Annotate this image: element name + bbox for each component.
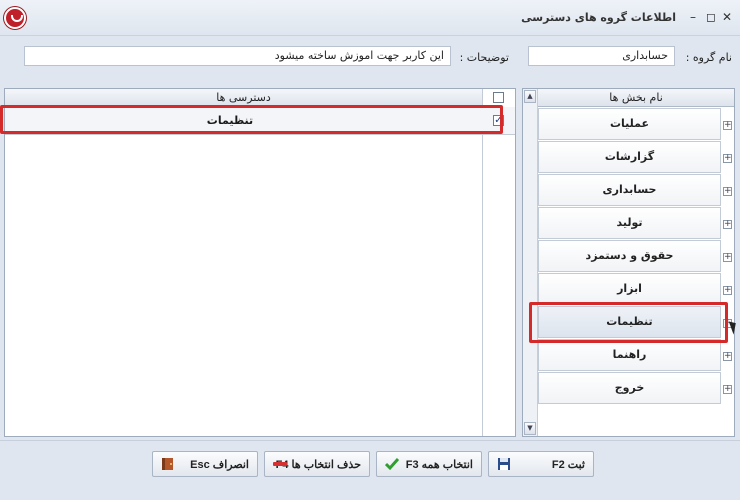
expand-icon[interactable]: + [723, 187, 732, 196]
select-all-button-label: انتخاب همه F3 [405, 459, 473, 471]
description-field[interactable]: این کاربر جهت اموزش ساخته میشود [24, 46, 451, 66]
access-panel: دسترسی ها تنظیمات ✓ [4, 88, 516, 437]
save-button[interactable]: ثبت F2 [488, 451, 594, 477]
minimize-icon[interactable]: – [686, 10, 700, 24]
maximize-icon[interactable]: ◻ [704, 10, 718, 24]
deselect-all-button-label: حذف انتخاب ها F4 [276, 459, 361, 471]
sections-scrollbar[interactable]: ▲ ▼ [523, 89, 538, 436]
section-item[interactable]: حقوق و دستمزد [538, 240, 721, 272]
section-item[interactable]: گزارشات [538, 141, 721, 173]
scroll-down-icon[interactable]: ▼ [524, 422, 536, 435]
select-all-checkbox[interactable] [493, 92, 504, 103]
expand-icon[interactable]: + [723, 352, 732, 361]
description-label: توضیحات : [459, 51, 509, 64]
access-header: دسترسی ها [5, 89, 482, 107]
section-item[interactable]: عملیات [538, 108, 721, 140]
section-item[interactable]: حسابداری [538, 174, 721, 206]
expand-icon[interactable]: + [723, 385, 732, 394]
section-item[interactable]: ابزار [538, 273, 721, 305]
section-item-selected[interactable]: تنظیمات [538, 306, 721, 338]
group-name-field[interactable]: حسابداری [528, 46, 675, 66]
sections-header: نام بخش ها [538, 89, 734, 107]
expand-icon[interactable]: + [723, 253, 732, 262]
footer-divider [0, 440, 740, 441]
deselect-all-button[interactable]: حذف انتخاب ها F4 [264, 451, 370, 477]
close-icon[interactable]: ✕ [720, 10, 734, 24]
sections-panel: نام بخش ها ▲ ▼ عملیات + گزارشات + حسابدا… [522, 88, 735, 437]
save-button-label: ثبت F2 [551, 459, 585, 471]
scroll-up-icon[interactable]: ▲ [524, 90, 536, 103]
expand-icon[interactable]: + [723, 220, 732, 229]
cancel-button-label: انصراف Esc [190, 459, 249, 471]
access-row-label: تنظیمات [206, 114, 254, 127]
expand-icon[interactable]: + [723, 154, 732, 163]
app-logo-icon [4, 7, 26, 29]
floppy-disk-icon [498, 458, 510, 470]
section-item[interactable]: خروج [538, 372, 721, 404]
checkmark-icon [385, 458, 399, 471]
group-name-label: نام گروه : [685, 51, 732, 64]
section-item[interactable]: تولید [538, 207, 721, 239]
section-item[interactable]: راهنما [538, 339, 721, 371]
access-row[interactable]: تنظیمات ✓ [5, 107, 515, 135]
expand-icon[interactable]: + [723, 121, 732, 130]
exit-door-icon [162, 458, 173, 470]
title-bar: اطلاعات گروه های دسترسی – ◻ ✕ [0, 0, 740, 36]
cancel-button[interactable]: انصراف Esc [152, 451, 258, 477]
minus-icon [273, 462, 287, 466]
select-all-button[interactable]: انتخاب همه F3 [376, 451, 482, 477]
access-row-checkbox[interactable]: ✓ [493, 115, 504, 126]
window-title: اطلاعات گروه های دسترسی [521, 11, 676, 24]
column-divider [482, 89, 483, 436]
expand-icon[interactable]: + [723, 286, 732, 295]
